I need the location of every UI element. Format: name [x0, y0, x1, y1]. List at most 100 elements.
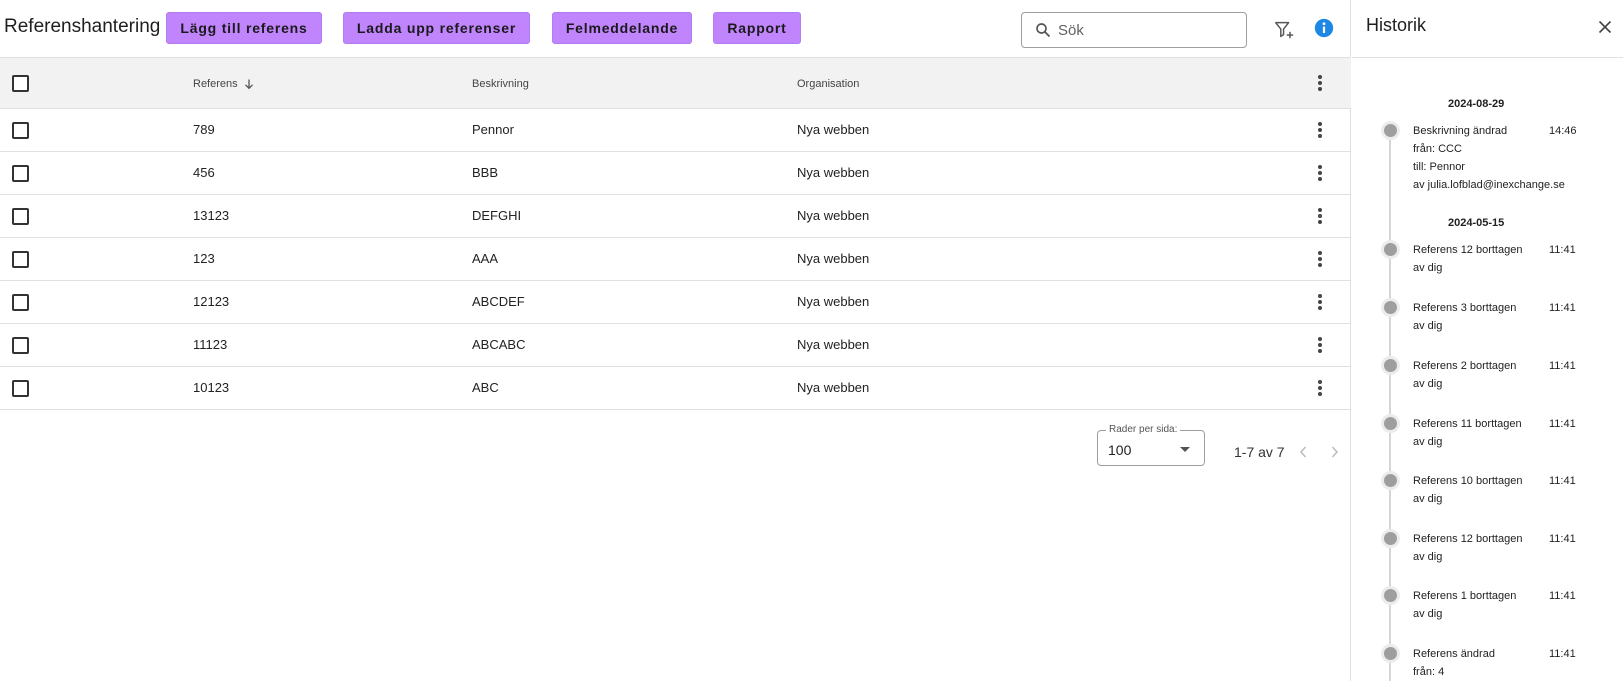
sort-arrow-down-icon — [244, 79, 253, 90]
table-row[interactable]: 10123 ABC Nya webben — [0, 367, 1351, 410]
table-row[interactable]: 13123 DEFGHI Nya webben — [0, 195, 1351, 238]
row-checkbox[interactable] — [12, 337, 29, 354]
history-entry-text: Referens 1 borttagen av dig — [1413, 590, 1517, 620]
info-button[interactable] — [1310, 14, 1338, 42]
close-icon — [1598, 20, 1612, 34]
row-menu-button[interactable] — [1310, 376, 1330, 400]
history-entry-text: Referens 12 borttagen av dig — [1413, 533, 1523, 563]
cell-reference: 10123 — [193, 380, 230, 395]
timeline-dot — [1381, 298, 1400, 317]
filter-add-button[interactable] — [1270, 16, 1298, 44]
kebab-menu-icon — [1318, 208, 1322, 224]
cell-reference: 123 — [193, 251, 215, 266]
cell-description: AAA — [472, 251, 499, 266]
cell-description: Pennor — [472, 122, 514, 137]
row-menu-button[interactable] — [1310, 118, 1330, 142]
history-entry-text: Referens 2 borttagen av dig — [1413, 360, 1517, 390]
previous-page-button[interactable] — [1292, 441, 1314, 463]
row-menu-button[interactable] — [1310, 204, 1330, 228]
add-reference-button[interactable]: Lägg till referens — [166, 12, 322, 44]
history-entry-time: 11:41 — [1549, 360, 1576, 372]
table-body: 789 Pennor Nya webben 456 BBB Nya webben… — [0, 109, 1351, 410]
upload-references-button[interactable]: Ladda upp referenser — [343, 12, 530, 44]
chevron-left-icon — [1299, 446, 1307, 458]
row-checkbox[interactable] — [12, 122, 29, 139]
cell-reference: 12123 — [193, 294, 230, 309]
cell-description: DEFGHI — [472, 208, 522, 223]
table-row[interactable]: 12123 ABCDEF Nya webben — [0, 281, 1351, 324]
filter-add-icon — [1275, 21, 1294, 39]
rows-per-page-select[interactable]: Rader per sida: 100 — [1097, 424, 1205, 466]
cell-organisation: Nya webben — [797, 165, 870, 180]
history-entry-time: 14:46 — [1549, 125, 1577, 137]
next-page-button[interactable] — [1324, 441, 1346, 463]
cell-organisation: Nya webben — [797, 208, 870, 223]
history-entry-text: Beskrivning ändrad från: CCC till: Penno… — [1413, 125, 1565, 191]
search-box[interactable] — [1021, 12, 1247, 48]
table-row[interactable]: 11123 ABCABC Nya webben — [0, 324, 1351, 367]
history-entry-time: 11:41 — [1549, 590, 1576, 602]
history-date: 2024-05-15 — [1448, 217, 1505, 229]
timeline-dot — [1381, 240, 1400, 259]
page-title: Referenshantering — [4, 16, 161, 37]
report-button[interactable]: Rapport — [713, 12, 801, 44]
history-entry-time: 11:41 — [1549, 475, 1576, 487]
row-checkbox[interactable] — [12, 208, 29, 225]
kebab-menu-icon — [1318, 165, 1322, 181]
history-entry-text: Referens 10 borttagen av dig — [1413, 475, 1523, 505]
cell-organisation: Nya webben — [797, 337, 870, 352]
cell-description: BBB — [472, 165, 499, 180]
column-header-description[interactable]: Beskrivning — [472, 78, 529, 90]
kebab-menu-icon — [1318, 380, 1322, 396]
timeline-dot — [1381, 586, 1400, 605]
history-entry-time: 11:41 — [1549, 648, 1576, 660]
history-entry-text: Referens 11 borttagen av dig — [1413, 418, 1522, 448]
table-header: Referens Beskrivning Organisation — [0, 58, 1351, 109]
history-entry-text: Referens 3 borttagen av dig — [1413, 302, 1517, 332]
error-message-button[interactable]: Felmeddelande — [552, 12, 692, 44]
timeline-dot — [1381, 414, 1400, 433]
timeline-dot — [1381, 471, 1400, 490]
history-entry-time: 11:41 — [1549, 533, 1576, 545]
table-row[interactable]: 456 BBB Nya webben — [0, 152, 1351, 195]
timeline-dot — [1381, 529, 1400, 548]
select-all-checkbox[interactable] — [12, 75, 29, 92]
cell-reference: 13123 — [193, 208, 230, 223]
row-checkbox[interactable] — [12, 165, 29, 182]
history-panel: Historik 2024-08-29 Beskrivning ändrad f… — [1352, 0, 1623, 681]
column-header-reference[interactable]: Referens — [193, 78, 255, 90]
cell-organisation: Nya webben — [797, 380, 870, 395]
timeline-dot — [1381, 121, 1400, 140]
rows-per-page-value: 100 — [1108, 442, 1132, 458]
cell-organisation: Nya webben — [797, 251, 870, 266]
kebab-menu-icon — [1318, 251, 1322, 267]
rows-per-page-label: Rader per sida: — [1106, 424, 1181, 435]
column-menu-button[interactable] — [1310, 71, 1330, 95]
history-header: Historik — [1352, 0, 1623, 58]
kebab-menu-icon — [1318, 337, 1322, 353]
column-label-reference: Referens — [193, 78, 238, 90]
cell-description: ABCABC — [472, 337, 526, 352]
kebab-menu-icon — [1318, 75, 1322, 91]
chevron-right-icon — [1331, 446, 1339, 458]
toolbar: Referenshantering Lägg till referens Lad… — [0, 0, 1351, 58]
cell-reference: 456 — [193, 165, 215, 180]
cell-organisation: Nya webben — [797, 122, 870, 137]
close-history-button[interactable] — [1592, 14, 1618, 40]
kebab-menu-icon — [1318, 122, 1322, 138]
row-menu-button[interactable] — [1310, 290, 1330, 314]
row-menu-button[interactable] — [1310, 247, 1330, 271]
table-row[interactable]: 123 AAA Nya webben — [0, 238, 1351, 281]
history-date: 2024-08-29 — [1448, 98, 1505, 110]
pagination-range: 1-7 av 7 — [1234, 444, 1285, 460]
row-checkbox[interactable] — [12, 380, 29, 397]
row-checkbox[interactable] — [12, 251, 29, 268]
table-row[interactable]: 789 Pennor Nya webben — [0, 109, 1351, 152]
row-menu-button[interactable] — [1310, 161, 1330, 185]
row-menu-button[interactable] — [1310, 333, 1330, 357]
column-header-organisation[interactable]: Organisation — [797, 78, 859, 90]
search-input[interactable] — [1058, 21, 1238, 39]
history-title: Historik — [1366, 15, 1427, 35]
kebab-menu-icon — [1318, 294, 1322, 310]
row-checkbox[interactable] — [12, 294, 29, 311]
